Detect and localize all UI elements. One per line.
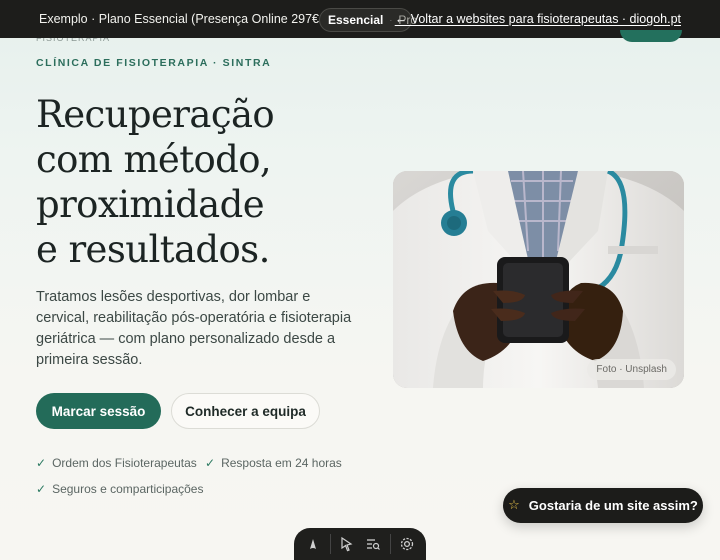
hero-photo-doctor: Foto · Unsplash [393, 171, 684, 388]
hero-title: Recuperação com método, proximidade e re… [36, 92, 356, 272]
back-to-websites-link[interactable]: ← Voltar a websites para fisioterapeutas… [395, 12, 681, 26]
site-inquiry-label: Gostaria de um site assim? [528, 498, 698, 513]
settings-gear-icon[interactable] [396, 531, 418, 557]
check-icon: ✓ [36, 482, 47, 496]
feature-label: Seguros e comparticipações [52, 482, 204, 496]
site-inquiry-button[interactable]: ☆ Gostaria de um site assim? [503, 488, 703, 523]
demo-plan-label: Exemplo · Plano Essencial (Presença Onli… [39, 12, 357, 26]
feature-label: Resposta em 24 horas [221, 456, 342, 470]
demo-topbar: Exemplo · Plano Essencial (Presença Onli… [0, 0, 720, 38]
hero-title-line: proximidade [36, 183, 265, 226]
plan-separator: · [389, 15, 393, 25]
hero-title-line: e resultados. [36, 228, 270, 271]
toolbar-divider [329, 534, 331, 554]
feature-item: ✓ Seguros e comparticipações [36, 482, 203, 496]
photo-credit-badge: Foto · Unsplash [587, 359, 676, 380]
astro-logo-icon[interactable] [302, 531, 324, 557]
book-session-button[interactable]: Marcar sessão [36, 393, 161, 429]
doctor-illustration [393, 171, 684, 388]
plan-option-essencial[interactable]: Essencial [324, 13, 387, 27]
hero-description: Tratamos lesões desportivas, dor lombar … [36, 289, 352, 368]
feature-item: ✓ Resposta em 24 horas [205, 456, 342, 470]
audit-list-icon[interactable] [362, 531, 384, 557]
cursor-select-icon[interactable] [336, 531, 358, 557]
feature-label: Ordem dos Fisioterapeutas [52, 456, 197, 470]
hero-title-line: Recuperação [36, 93, 275, 136]
check-icon: ✓ [205, 456, 216, 470]
star-icon: ☆ [508, 498, 520, 513]
dev-toolbar [294, 528, 426, 560]
toolbar-divider [389, 534, 391, 554]
hero-title-line: com método, [36, 138, 272, 181]
header-cta-button[interactable] [620, 30, 682, 42]
check-icon: ✓ [36, 456, 47, 470]
site-brand-peek: FISIOTERAPIA [36, 38, 111, 43]
hero-eyebrow: CLÍNICA DE FISIOTERAPIA · SINTRA [36, 57, 272, 69]
meet-team-button[interactable]: Conhecer a equipa [171, 393, 320, 429]
feature-item: ✓ Ordem dos Fisioterapeutas [36, 456, 197, 470]
